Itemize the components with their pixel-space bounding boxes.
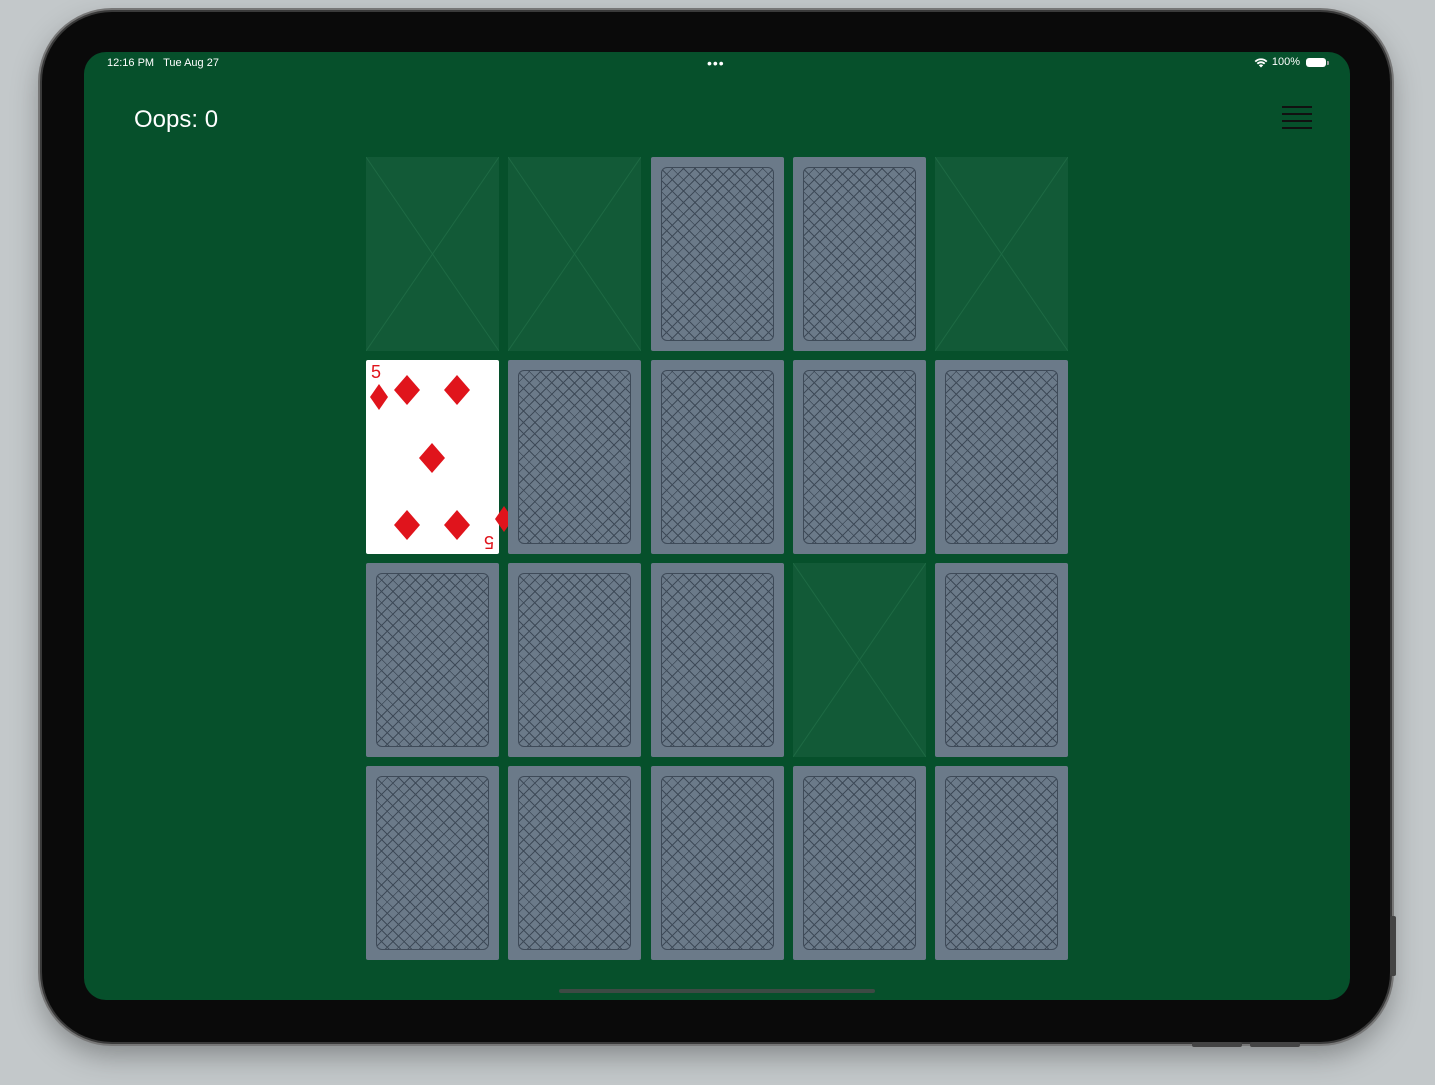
status-indicators: 100% [1254, 56, 1329, 68]
card-face-down[interactable] [650, 157, 784, 351]
card-face-down[interactable] [650, 360, 784, 554]
card-face-down[interactable] [935, 563, 1069, 757]
card-back-pattern [802, 370, 916, 544]
card-empty-slot [792, 563, 926, 757]
home-indicator[interactable] [559, 989, 875, 993]
card-back-pattern [376, 776, 489, 950]
empty-slot-cross [792, 563, 926, 757]
status-time-date: 12:16 PM Tue Aug 27 [107, 57, 219, 69]
card-face-down[interactable] [935, 360, 1069, 554]
status-bar: 12:16 PM Tue Aug 27 ••• 100% [84, 52, 1350, 74]
status-date: Tue Aug 27 [163, 57, 219, 69]
card-back-pattern [376, 573, 489, 747]
card-back-pattern [660, 370, 774, 544]
multitasking-dots[interactable]: ••• [707, 55, 725, 71]
card-face-down[interactable] [650, 766, 784, 960]
memory-card-grid: 55 [366, 157, 1069, 960]
card-face-down[interactable] [366, 563, 499, 757]
card-rank-bottom: 5 [483, 532, 494, 552]
battery-percentage: 100% [1271, 56, 1300, 68]
card-back-pattern [802, 776, 916, 950]
card-face-down[interactable] [508, 766, 642, 960]
empty-slot-cross [366, 157, 499, 351]
card-back-pattern [660, 573, 774, 747]
card-back-pattern [945, 776, 1059, 950]
card-face-down[interactable] [935, 766, 1069, 960]
battery-icon [1306, 57, 1329, 67]
game-screen: 12:16 PM Tue Aug 27 ••• 100% Oops: 0 55 [84, 52, 1350, 1000]
oops-counter: Oops: 0 [134, 106, 219, 133]
card-face-down[interactable] [792, 360, 926, 554]
bottom-button-right [1250, 1042, 1300, 1047]
card-rank-top: 5 [371, 362, 382, 382]
card-back-pattern [660, 167, 774, 341]
card-empty-slot [935, 157, 1069, 351]
status-time: 12:16 PM [107, 57, 155, 69]
wifi-icon [1254, 57, 1268, 67]
card-back-pattern [518, 573, 632, 747]
bottom-button-left [1192, 1042, 1242, 1047]
card-face-down[interactable] [792, 766, 926, 960]
card-empty-slot [508, 157, 642, 351]
card-back-pattern [518, 776, 632, 950]
card-face-down[interactable] [366, 766, 499, 960]
hamburger-menu-icon[interactable] [1282, 106, 1312, 132]
empty-slot-cross [935, 157, 1069, 351]
card-face-down[interactable] [792, 157, 926, 351]
card-back-pattern [945, 573, 1059, 747]
card-empty-slot [366, 157, 499, 351]
card-back-pattern [945, 370, 1059, 544]
card-back-pattern [660, 776, 774, 950]
card-face-up[interactable]: 55 [366, 360, 513, 554]
card-back-pattern [802, 167, 916, 341]
card-face-down[interactable] [508, 563, 642, 757]
card-face-down[interactable] [508, 360, 642, 554]
volume-button [1390, 916, 1396, 976]
card-face-down[interactable] [650, 563, 784, 757]
empty-slot-cross [508, 157, 642, 351]
card-back-pattern [518, 370, 632, 544]
